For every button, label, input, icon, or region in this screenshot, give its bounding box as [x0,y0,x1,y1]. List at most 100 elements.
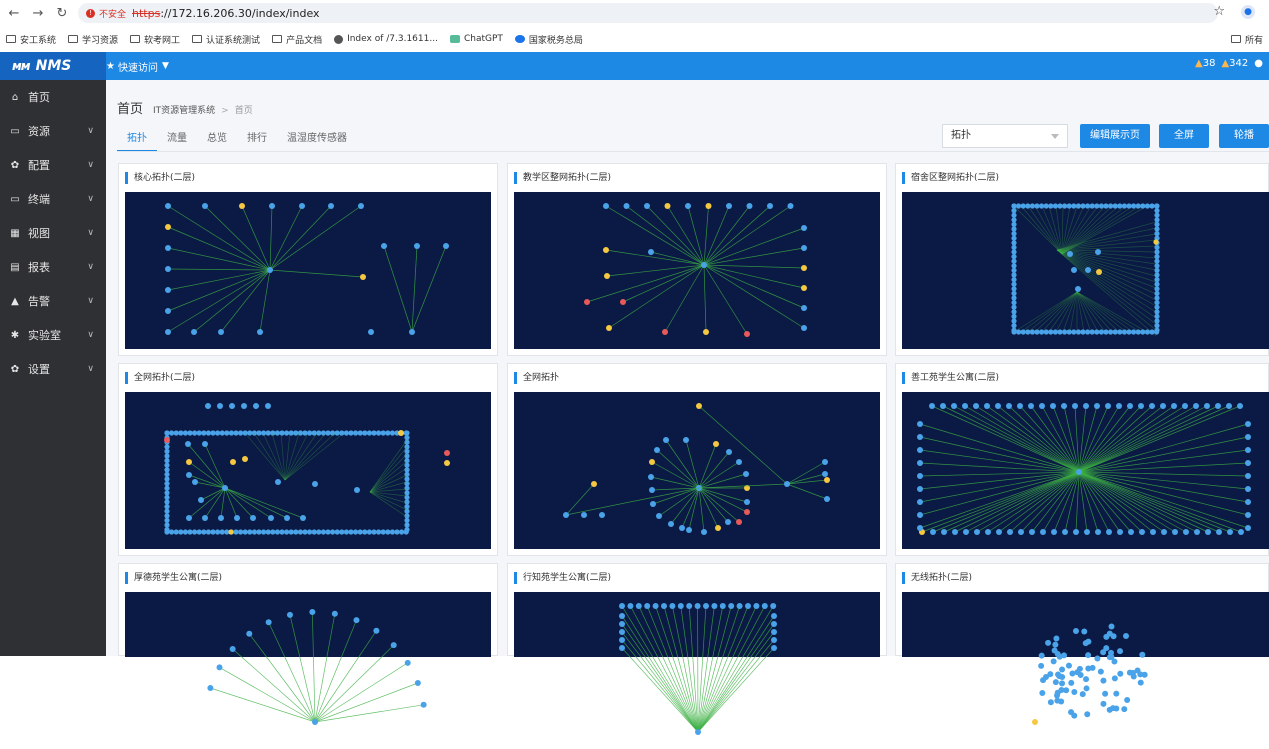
topology-node[interactable] [197,430,202,435]
topology-node[interactable] [405,660,411,666]
topology-node[interactable] [619,637,625,643]
topology-node[interactable] [744,331,750,337]
topology-node[interactable] [233,430,238,435]
topology-node[interactable] [376,529,381,534]
topology-node[interactable] [1106,529,1112,535]
topology-node[interactable] [1011,277,1016,282]
topology-node[interactable] [695,603,701,609]
topology-node[interactable] [683,437,689,443]
topology-node[interactable] [606,325,612,331]
topology-node[interactable] [371,430,376,435]
topology-node[interactable] [404,522,409,527]
topology-node[interactable] [409,329,415,335]
topology-node[interactable] [1154,295,1159,300]
topology-node[interactable] [1011,226,1016,231]
topology-node[interactable] [627,603,633,609]
tab-overview[interactable]: 总览 [197,132,237,152]
topology-node[interactable] [1108,329,1113,334]
topology-node[interactable] [279,430,284,435]
topology-node[interactable] [1084,711,1090,717]
topology-node[interactable] [1011,213,1016,218]
topology-node[interactable] [224,430,229,435]
topology-node[interactable] [1108,203,1113,208]
topology-node[interactable] [229,403,235,409]
topology-node[interactable] [1193,403,1199,409]
topology-node[interactable] [1112,675,1118,681]
topology-node[interactable] [165,308,171,314]
topology-node[interactable] [619,621,625,627]
topology-node[interactable] [1145,203,1150,208]
topology-node[interactable] [1011,203,1016,208]
topology-node[interactable] [202,515,208,521]
topology-node[interactable] [1154,213,1159,218]
topology-node[interactable] [1067,203,1072,208]
topology-node[interactable] [685,203,691,209]
topology-node[interactable] [1245,460,1251,466]
topology-node[interactable] [444,450,450,456]
topology-node[interactable] [1154,245,1159,250]
topology-node[interactable] [1245,421,1251,427]
topology-card[interactable]: 厚德苑学生公寓(二层) [118,563,498,656]
topology-node[interactable] [275,479,281,485]
topology-node[interactable] [362,430,367,435]
topology-node[interactable] [1183,529,1189,535]
topology-node[interactable] [202,441,208,447]
topology-node[interactable] [186,459,192,465]
topology-node[interactable] [1053,679,1059,685]
topology-node[interactable] [1085,652,1091,658]
topology-node[interactable] [1126,203,1131,208]
topology-node[interactable] [307,529,312,534]
topology-node[interactable] [1048,699,1054,705]
topology-node[interactable] [164,513,169,518]
topology-node[interactable] [1160,403,1166,409]
topology-node[interactable] [917,525,923,531]
topology-node[interactable] [257,329,263,335]
topology-node[interactable] [1117,329,1122,334]
topology-node[interactable] [201,529,206,534]
tab-topology[interactable]: 拓扑 [117,132,157,152]
topology-node[interactable] [1053,329,1058,334]
topology-node[interactable] [711,603,717,609]
topology-node[interactable] [316,529,321,534]
topology-node[interactable] [164,444,169,449]
bookmark-item[interactable]: 认证系统测试 [192,33,260,46]
topology-node[interactable] [930,529,936,535]
topology-node[interactable] [1126,329,1131,334]
topology-node[interactable] [1117,671,1123,677]
topology-node[interactable] [321,529,326,534]
topology-node[interactable] [247,529,252,534]
topology-node[interactable] [1154,305,1159,310]
bookmark-item[interactable]: 产品文档 [272,33,322,46]
topology-node[interactable] [186,472,192,478]
topology-node[interactable] [1076,469,1082,475]
topology-node[interactable] [191,329,197,335]
topology-node[interactable] [1154,286,1159,291]
fullscreen-button[interactable]: 全屏 [1159,124,1209,148]
topology-node[interactable] [178,529,183,534]
topology-node[interactable] [421,702,427,708]
topology-node[interactable] [917,447,923,453]
topology-node[interactable] [164,430,169,435]
topology-node[interactable] [183,529,188,534]
topology-node[interactable] [1121,706,1127,712]
alert-counter[interactable]: ▲342 [1221,58,1248,69]
topology-node[interactable] [1116,403,1122,409]
topology-node[interactable] [261,529,266,534]
topology-node[interactable] [1154,254,1159,259]
topology-node[interactable] [822,471,828,477]
bookmark-star-icon[interactable]: ☆ [1213,4,1225,19]
topology-node[interactable] [284,430,289,435]
topology-node[interactable] [335,529,340,534]
sidebar-item-home[interactable]: ⌂首页 [0,80,106,114]
topology-node[interactable] [619,613,625,619]
topology-node[interactable] [169,430,174,435]
topology-node[interactable] [801,265,807,271]
topology-node[interactable] [1154,300,1159,305]
topology-node[interactable] [164,490,169,495]
topology-node[interactable] [215,430,220,435]
topology-node[interactable] [1011,249,1016,254]
topology-node[interactable] [256,529,261,534]
topology-node[interactable] [218,329,224,335]
topology-node[interactable] [1154,277,1159,282]
topology-node[interactable] [371,529,376,534]
